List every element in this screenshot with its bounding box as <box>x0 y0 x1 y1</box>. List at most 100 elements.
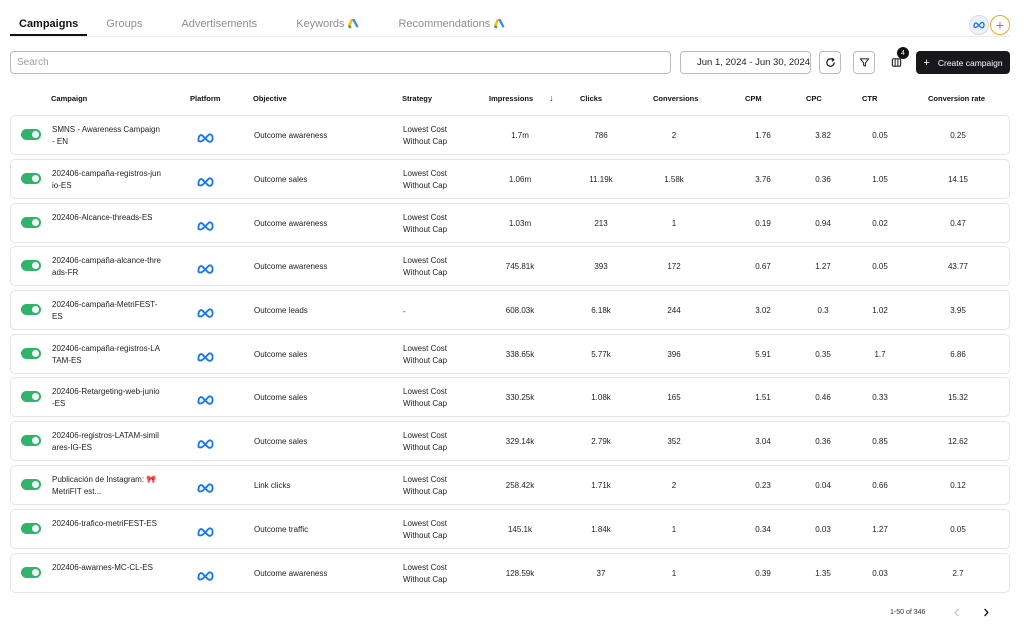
ctr-cell: 0.02 <box>872 219 888 228</box>
conversions-cell: 1 <box>671 525 677 534</box>
table-row[interactable]: 202406-registros-LATAM-similares-IG-ES Ou… <box>10 421 1010 461</box>
conversions-cell: 1.58k <box>664 175 684 184</box>
objective-cell: Outcome sales <box>254 175 308 184</box>
table-row[interactable]: SMNS - Awareness Campaign - EN Outcome aw… <box>10 115 1010 155</box>
impressions-cell: 258.42k <box>505 481 535 490</box>
campaign-name[interactable]: 202406-awarnes-MC-CL-ES <box>52 562 162 574</box>
conversion-rate-cell: 6.86 <box>950 350 966 359</box>
objective-cell: Outcome sales <box>254 393 308 402</box>
campaign-name[interactable]: Publicación de Instagram: 🎀 MetriFIT est… <box>52 474 162 498</box>
chevron-right-icon <box>984 607 989 617</box>
conversions-cell: 165 <box>667 393 681 402</box>
column-header-clicks[interactable]: Clicks <box>580 94 602 103</box>
create-campaign-button[interactable]: + Create campaign <box>916 51 1010 74</box>
column-header-platform[interactable]: Platform <box>190 94 220 103</box>
column-header-cpm[interactable]: CPM <box>745 94 762 103</box>
date-range-picker[interactable]: Jun 1, 2024 - Jun 30, 2024 <box>680 51 811 74</box>
conversion-rate-cell: 14.15 <box>947 175 969 184</box>
conversion-rate-cell: 12.62 <box>947 437 969 446</box>
ctr-cell: 0.05 <box>872 262 888 271</box>
column-header-impressions[interactable]: Impressions <box>489 94 533 103</box>
ctr-cell: 0.03 <box>872 569 888 578</box>
campaign-status-toggle[interactable] <box>21 391 41 402</box>
campaign-status-toggle[interactable] <box>21 304 41 315</box>
refresh-button[interactable] <box>819 51 841 74</box>
table-row[interactable]: 202406-campaña-registros-LATAM-ES Outcome… <box>10 334 1010 374</box>
campaign-status-toggle[interactable] <box>21 217 41 228</box>
column-header-objective[interactable]: Objective <box>253 94 287 103</box>
meta-icon <box>197 349 214 367</box>
tab-groups[interactable]: Groups <box>97 12 151 36</box>
campaign-status-toggle[interactable] <box>21 348 41 359</box>
filter-icon <box>859 58 869 67</box>
campaign-status-toggle[interactable] <box>21 173 41 184</box>
campaign-name[interactable]: 202406-registros-LATAM-similares-IG-ES <box>52 430 162 454</box>
impressions-cell: 608.03k <box>505 306 535 315</box>
table-row[interactable]: 202406-campaña-registros-junio-ES Outcome… <box>10 159 1010 199</box>
conversions-cell: 1 <box>671 219 677 228</box>
tab-recommendations[interactable]: Recommendations <box>389 12 514 36</box>
conversion-rate-cell: 43.77 <box>947 262 969 271</box>
column-header-strategy[interactable]: Strategy <box>402 94 432 103</box>
table-row[interactable]: 202406-awarnes-MC-CL-ES Outcome awareness… <box>10 553 1010 593</box>
campaign-name[interactable]: 202406-campaña-registros-junio-ES <box>52 168 162 192</box>
date-range-label: Jun 1, 2024 - Jun 30, 2024 <box>697 57 811 68</box>
column-header-campaign[interactable]: Campaign <box>51 94 87 103</box>
strategy-cell: Lowest Cost Without Cap <box>403 563 448 584</box>
campaign-status-toggle[interactable] <box>21 435 41 446</box>
strategy-cell: Lowest Cost Without Cap <box>403 387 448 408</box>
filter-button[interactable] <box>853 51 875 74</box>
table-row[interactable]: 202406-Retargeting-web-junio-ES Outcome s… <box>10 377 1010 417</box>
table-row[interactable]: 202406-trafico-metriFEST-ES Outcome traff… <box>10 509 1010 549</box>
campaign-status-toggle[interactable] <box>21 260 41 271</box>
google-ads-icon <box>494 19 505 29</box>
column-header-conversions[interactable]: Conversions <box>653 94 698 103</box>
campaign-name[interactable]: 202406-campaña-alcance-threads-FR <box>52 255 162 279</box>
tab-keywords[interactable]: Keywords <box>287 12 368 36</box>
strategy-cell: - <box>403 307 406 316</box>
refresh-icon <box>825 57 835 67</box>
conversions-cell: 172 <box>667 262 681 271</box>
campaign-status-toggle[interactable] <box>21 479 41 490</box>
column-header-cpc[interactable]: CPC <box>806 94 822 103</box>
impressions-cell: 338.65k <box>505 350 535 359</box>
campaign-status-toggle[interactable] <box>21 129 41 140</box>
meta-icon <box>197 174 214 192</box>
meta-account-avatar[interactable] <box>969 15 989 35</box>
objective-cell: Outcome sales <box>254 437 308 446</box>
column-header-conversion-rate[interactable]: Conversion rate <box>928 94 985 103</box>
ctr-cell: 1.05 <box>872 175 888 184</box>
add-account-button[interactable]: + <box>990 15 1010 35</box>
campaign-name[interactable]: 202406-Alcance-threads-ES <box>52 212 162 224</box>
ctr-cell: 0.85 <box>872 437 888 446</box>
campaign-name[interactable]: 202406-Retargeting-web-junio-ES <box>52 386 162 410</box>
campaign-name[interactable]: 202406-campaña-MetriFEST-ES <box>52 299 162 323</box>
column-header-ctr[interactable]: CTR <box>862 94 877 103</box>
campaign-name[interactable]: 202406-trafico-metriFEST-ES <box>52 518 162 530</box>
previous-page-button[interactable] <box>950 605 964 619</box>
next-page-button[interactable] <box>979 605 993 619</box>
campaign-name[interactable]: SMNS - Awareness Campaign - EN <box>52 124 162 148</box>
table-row[interactable]: 202406-campaña-MetriFEST-ES Outcome leads… <box>10 290 1010 330</box>
table-row[interactable]: Publicación de Instagram: 🎀 MetriFIT est… <box>10 465 1010 505</box>
campaign-status-toggle[interactable] <box>21 567 41 578</box>
campaign-name[interactable]: 202406-campaña-registros-LATAM-ES <box>52 343 162 367</box>
objective-cell: Link clicks <box>254 481 291 490</box>
strategy-cell: Lowest Cost Without Cap <box>403 169 448 190</box>
conversions-cell: 1 <box>671 569 677 578</box>
ctr-cell: 0.05 <box>872 131 888 140</box>
pagination-label: 1-50 of 346 <box>890 609 926 616</box>
meta-icon <box>197 130 214 148</box>
tab-advertisements[interactable]: Advertisements <box>172 12 266 36</box>
sort-descending-icon[interactable]: ↓ <box>549 93 554 103</box>
search-input[interactable] <box>10 51 671 74</box>
impressions-cell: 128.59k <box>505 569 535 578</box>
objective-cell: Outcome awareness <box>254 131 328 140</box>
meta-icon <box>197 392 214 410</box>
strategy-cell: Lowest Cost Without Cap <box>403 256 448 277</box>
columns-count-badge: 4 <box>897 47 909 59</box>
campaign-status-toggle[interactable] <box>21 523 41 534</box>
table-row[interactable]: 202406-campaña-alcance-threads-FR Outcome… <box>10 246 1010 286</box>
tab-campaigns[interactable]: Campaigns <box>10 12 88 36</box>
table-row[interactable]: 202406-Alcance-threads-ES Outcome awarene… <box>10 203 1010 243</box>
